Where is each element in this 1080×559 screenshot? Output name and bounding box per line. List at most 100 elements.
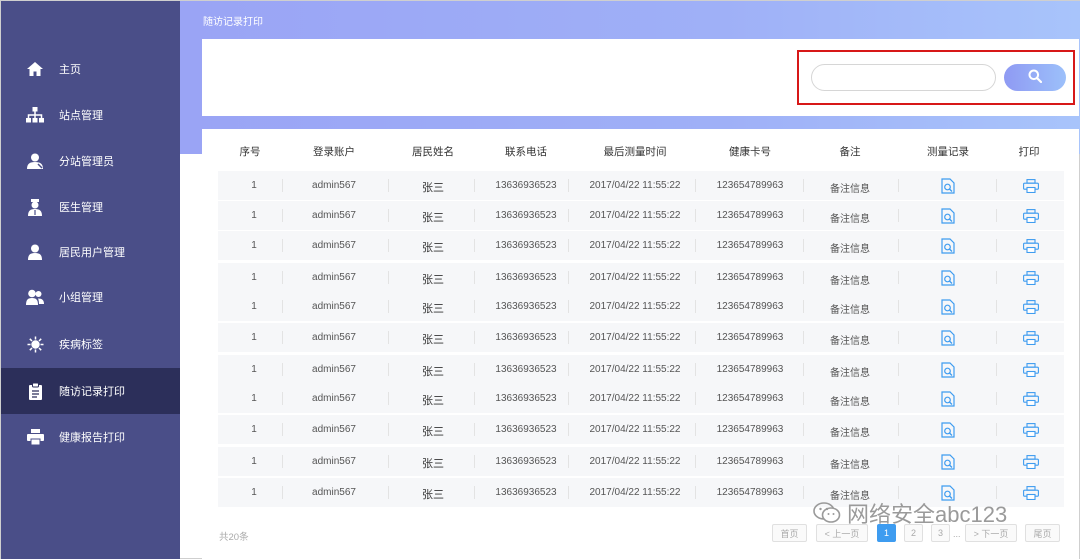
cell-seq: 1 [251, 332, 257, 343]
search-document-icon[interactable] [941, 178, 957, 194]
cell-divider [474, 423, 475, 436]
cell-note: 备注信息 [830, 397, 870, 408]
column-header-note: 备注 [839, 146, 861, 158]
cell-divider [282, 271, 283, 284]
printer-icon[interactable] [1023, 392, 1039, 407]
sidebar-item-sites[interactable]: 站点管理 [1, 92, 180, 138]
cell-time: 2017/04/22 11:55:22 [589, 424, 681, 435]
cell-divider [474, 179, 475, 192]
cell-divider [996, 331, 997, 344]
records-table: 序号 登录账户 居民姓名 联系电话 最后测量时间 健康卡号 备注 测量记录 打印… [202, 129, 1079, 559]
cell-account: admin567 [312, 364, 356, 375]
cell-divider [803, 271, 804, 284]
cell-divider [282, 392, 283, 405]
cell-divider [568, 271, 569, 284]
wechat-icon [813, 501, 841, 525]
cell-note: 备注信息 [830, 460, 870, 471]
search-button[interactable] [1004, 64, 1066, 91]
pager-first[interactable]: 首页 [772, 524, 807, 542]
watermark-text: 网络安全abc123 [847, 502, 1008, 527]
column-header-name: 居民姓名 [412, 146, 454, 158]
sidebar-item-label: 小组管理 [59, 292, 103, 304]
cell-note: 备注信息 [830, 276, 870, 287]
search-document-icon[interactable] [941, 454, 957, 470]
sidebar-item-branch-admin[interactable]: 分站管理员 [1, 138, 180, 184]
search-document-icon[interactable] [941, 391, 957, 407]
printer-icon[interactable] [1023, 239, 1039, 254]
cell-divider [695, 486, 696, 499]
cell-seq: 1 [251, 272, 257, 283]
cell-account: admin567 [312, 180, 356, 191]
search-document-icon[interactable] [941, 208, 957, 224]
cell-divider [388, 423, 389, 436]
cell-divider [388, 392, 389, 405]
cell-time: 2017/04/22 11:55:22 [589, 272, 681, 283]
sidebar-item-groups[interactable]: 小组管理 [1, 274, 180, 320]
cell-divider [388, 300, 389, 313]
cell-divider [388, 179, 389, 192]
search-document-icon[interactable] [941, 238, 957, 254]
column-header-card: 健康卡号 [729, 146, 771, 158]
printer-icon[interactable] [1023, 455, 1039, 470]
cell-divider [898, 363, 899, 376]
cell-divider [695, 455, 696, 468]
sidebar-item-label: 主页 [59, 64, 81, 76]
sidebar-item-residents[interactable]: 居民用户管理 [1, 229, 180, 275]
search-input[interactable] [811, 64, 996, 91]
cell-divider [568, 179, 569, 192]
search-document-icon[interactable] [941, 422, 957, 438]
cell-account: admin567 [312, 210, 356, 221]
search-document-icon[interactable] [941, 362, 957, 378]
cell-divider [568, 423, 569, 436]
cell-card: 123654789963 [716, 424, 784, 435]
cell-divider [695, 209, 696, 222]
cell-divider [388, 331, 389, 344]
cell-divider [474, 363, 475, 376]
cell-divider [996, 239, 997, 252]
cell-seq: 1 [251, 456, 257, 467]
column-header-seq: 序号 [239, 146, 261, 158]
printer-icon[interactable] [1023, 271, 1039, 286]
printer-icon[interactable] [1023, 300, 1039, 315]
cell-divider [282, 331, 283, 344]
sidebar-item-followup-print[interactable]: 随访记录打印 [1, 368, 180, 414]
user-icon [26, 243, 44, 261]
table-row: 1 admin567 张三 13636936523 2017/04/22 11:55:2… [218, 201, 1064, 230]
search-document-icon[interactable] [941, 299, 957, 315]
sidebar-item-health-report-print[interactable]: 健康报告打印 [1, 414, 180, 460]
cell-time: 2017/04/22 11:55:22 [589, 456, 681, 467]
cell-seq: 1 [251, 424, 257, 435]
printer-icon[interactable] [1023, 209, 1039, 224]
cell-divider [568, 331, 569, 344]
cell-divider [388, 239, 389, 252]
cell-divider [996, 455, 997, 468]
cell-divider [282, 300, 283, 313]
search-document-icon[interactable] [941, 270, 957, 286]
cell-divider [568, 392, 569, 405]
printer-icon[interactable] [1023, 179, 1039, 194]
cell-divider [568, 239, 569, 252]
sidebar-item-doctors[interactable]: 医生管理 [1, 184, 180, 230]
pager-last[interactable]: 尾页 [1025, 524, 1060, 542]
printer-icon[interactable] [1023, 486, 1039, 501]
sidebar-item-label: 医生管理 [59, 202, 103, 214]
cell-divider [282, 179, 283, 192]
cell-divider [474, 300, 475, 313]
cell-divider [568, 486, 569, 499]
cell-divider [898, 392, 899, 405]
doctor-icon [26, 198, 44, 216]
cell-time: 2017/04/22 11:55:22 [589, 393, 681, 404]
sidebar-item-disease-tags[interactable]: 疾病标签 [1, 321, 180, 367]
printer-icon[interactable] [1023, 331, 1039, 346]
printer-icon[interactable] [1023, 363, 1039, 378]
cell-divider [388, 271, 389, 284]
cell-name: 张三 [422, 489, 444, 501]
table-row: 1 admin567 张三 13636936523 2017/04/22 11:55:2… [218, 447, 1064, 476]
cell-divider [803, 486, 804, 499]
cell-name: 张三 [422, 212, 444, 224]
cell-divider [388, 486, 389, 499]
search-document-icon[interactable] [941, 330, 957, 346]
clipboard-icon [26, 382, 44, 400]
sidebar-item-home[interactable]: 主页 [1, 46, 180, 92]
printer-icon[interactable] [1023, 423, 1039, 438]
